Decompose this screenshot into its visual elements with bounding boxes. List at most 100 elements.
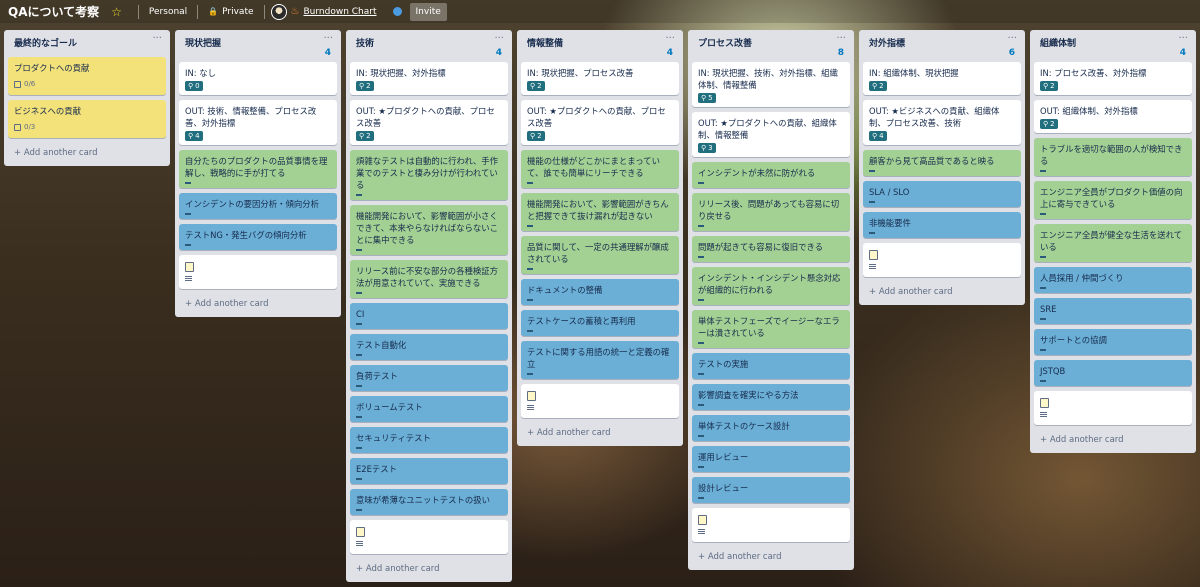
- avatar[interactable]: [270, 3, 287, 20]
- list-card[interactable]: IN: 組織体制、現状把握 ⚲ 2: [863, 62, 1021, 95]
- list-card[interactable]: OUT: ★プロダクトへの貢献、組織体制、情報整備 ⚲ 3: [692, 112, 850, 157]
- list-card[interactable]: 顧客から見て高品質であると映る: [863, 150, 1021, 176]
- list-card[interactable]: OUT: ★プロダクトへの貢献、プロセス改善 ⚲ 2: [521, 100, 679, 145]
- list-card[interactable]: 単体テストフェーズでイージーなエラーは潰されている: [692, 310, 850, 348]
- list-card[interactable]: エンジニア全員がプロダクト価値の向上に寄与できている: [1034, 181, 1192, 219]
- add-card-button[interactable]: + Add another card: [521, 423, 679, 442]
- list-card[interactable]: [692, 508, 850, 542]
- list-card[interactable]: トラブルを適切な範囲の人が検知できる: [1034, 138, 1192, 176]
- list-card[interactable]: OUT: ★ビジネスへの貢献、組織体制、プロセス改善、技術 ⚲ 4: [863, 100, 1021, 145]
- card-title: プロダクトへの貢献: [14, 63, 90, 73]
- add-card-button[interactable]: + Add another card: [8, 143, 166, 162]
- list-card[interactable]: SRE: [1034, 298, 1192, 324]
- list-card[interactable]: インシデントが未然に防がれる: [692, 162, 850, 188]
- list-card[interactable]: 自分たちのプロダクトの品質事情を理解し、戦略的に手が打てる: [179, 150, 337, 188]
- invite-button[interactable]: Invite: [409, 2, 447, 21]
- burndown-chart-link[interactable]: Burndown Chart: [304, 7, 377, 17]
- list-card[interactable]: 影響調査を確実にやる方法: [692, 384, 850, 410]
- list-title[interactable]: プロセス改善: [698, 36, 752, 49]
- list-card[interactable]: IN: なし ⚲ 0: [179, 62, 337, 95]
- list-card[interactable]: OUT: 組織体制、対外指標 ⚲ 2: [1034, 100, 1192, 133]
- list-card[interactable]: 問題が起きても容易に復旧できる: [692, 236, 850, 262]
- list-card[interactable]: テストケースの蓄積と再利用: [521, 310, 679, 336]
- card-title: 自分たちのプロダクトの品質事情を理解し、戦略的に手が打てる: [185, 156, 328, 178]
- description-icon: [869, 264, 876, 269]
- list-card[interactable]: IN: 現状把握、プロセス改善 ⚲ 2: [521, 62, 679, 95]
- list-card[interactable]: 品質に関して、一定の共通理解が醸成されている: [521, 236, 679, 274]
- list-card[interactable]: 人員採用 / 仲間づくり: [1034, 267, 1192, 293]
- card-title: 人員採用 / 仲間づくり: [1040, 273, 1124, 283]
- list-card[interactable]: [350, 520, 508, 554]
- list-card[interactable]: サポートとの協調: [1034, 329, 1192, 355]
- add-card-button[interactable]: + Add another card: [179, 294, 337, 313]
- list-card[interactable]: 機能開発において、影響範囲が小さくできて、本来やらなければならないことに集中でき…: [350, 205, 508, 255]
- list-card[interactable]: セキュリティテスト: [350, 427, 508, 453]
- list-title[interactable]: 現状把握: [185, 36, 221, 49]
- star-icon[interactable]: ☆: [111, 5, 122, 19]
- board-title[interactable]: QAについて考察: [8, 3, 99, 20]
- list-title[interactable]: 情報整備: [527, 36, 563, 49]
- list-card[interactable]: テストの実施: [692, 353, 850, 379]
- card-title: 運用レビュー: [698, 452, 749, 462]
- more-icon[interactable]: ···: [1178, 34, 1188, 44]
- list-card[interactable]: OUT: ★プロダクトへの貢献、プロセス改善 ⚲ 2: [350, 100, 508, 145]
- add-card-button[interactable]: + Add another card: [692, 547, 850, 566]
- add-card-button[interactable]: + Add another card: [350, 559, 508, 578]
- list-title[interactable]: 技術: [356, 36, 374, 49]
- list-card[interactable]: SLA / SLO: [863, 181, 1021, 207]
- list-card[interactable]: インシデント・インシデント懸念対応が組織的に行われる: [692, 267, 850, 305]
- list-card[interactable]: IN: 現状把握、技術、対外指標、組織体制、情報整備 ⚲ 5: [692, 62, 850, 107]
- list-card[interactable]: エンジニア全員が健全な生活を送れている: [1034, 224, 1192, 262]
- list-title[interactable]: 対外指標: [869, 36, 905, 49]
- list-card[interactable]: [863, 243, 1021, 277]
- list-card[interactable]: E2Eテスト: [350, 458, 508, 484]
- list-card[interactable]: IN: プロセス改善、対外指標 ⚲ 2: [1034, 62, 1192, 95]
- more-icon[interactable]: ···: [1007, 34, 1017, 44]
- list-card[interactable]: CI: [350, 303, 508, 329]
- more-icon[interactable]: ···: [665, 34, 675, 44]
- add-card-button[interactable]: + Add another card: [863, 282, 1021, 301]
- list-card[interactable]: 意味が希薄なユニットテストの扱い: [350, 489, 508, 515]
- list-card[interactable]: 機能開発において、影響範囲がきちんと把握できて抜け漏れが起きない: [521, 193, 679, 231]
- list-card[interactable]: OUT: 技術、情報整備、プロセス改善、対外指標 ⚲ 4: [179, 100, 337, 145]
- list-card[interactable]: テスト自動化: [350, 334, 508, 360]
- list-card[interactable]: IN: 現状把握、対外指標 ⚲ 2: [350, 62, 508, 95]
- workspace-button[interactable]: Personal: [149, 7, 187, 17]
- list-card[interactable]: ビジネスへの貢献 0/3: [8, 100, 166, 138]
- add-card-button[interactable]: + Add another card: [1034, 430, 1192, 449]
- list-title[interactable]: 組織体制: [1040, 36, 1076, 49]
- list-card[interactable]: 負荷テスト: [350, 365, 508, 391]
- badge-count: 2: [537, 132, 542, 140]
- list-title[interactable]: 最終的なゴール: [14, 36, 77, 49]
- list-card[interactable]: [1034, 391, 1192, 425]
- visibility-button[interactable]: 🔒 Private: [208, 7, 253, 17]
- more-icon[interactable]: ···: [836, 34, 846, 44]
- more-icon[interactable]: ···: [494, 34, 504, 44]
- list-card[interactable]: インシデントの要因分析・傾向分析: [179, 193, 337, 219]
- card-title: 単体テストフェーズでイージーなエラーは潰されている: [698, 316, 840, 338]
- notepad-icon: [356, 527, 365, 537]
- list-card[interactable]: 単体テストのケース設計: [692, 415, 850, 441]
- more-icon[interactable]: ···: [152, 34, 162, 44]
- list-card[interactable]: プロダクトへの貢献 0/6: [8, 57, 166, 95]
- list-card[interactable]: 煩雑なテストは自動的に行われ、手作業でのテストと棲み分けが行われている: [350, 150, 508, 200]
- list-card[interactable]: テストNG・発生バグの傾向分析: [179, 224, 337, 250]
- list-card[interactable]: リリース前に不安な部分の各種検証方法が用意されていて、実施できる: [350, 260, 508, 298]
- label-stripe: [869, 170, 875, 172]
- list-card[interactable]: 非機能要件: [863, 212, 1021, 238]
- powerup-icon[interactable]: [392, 7, 402, 16]
- list-card[interactable]: 機能の仕様がどこかにまとまっていて、誰でも簡単にリーチできる: [521, 150, 679, 188]
- list-card[interactable]: [521, 384, 679, 418]
- list-column: 組織体制 ··· 4 IN: プロセス改善、対外指標 ⚲ 2 OUT: 組織体制、対外指標 ⚲…: [1030, 30, 1196, 453]
- list-card[interactable]: [179, 255, 337, 289]
- list-card[interactable]: ドキュメントの整備: [521, 279, 679, 305]
- list-card[interactable]: ボリュームテスト: [350, 396, 508, 422]
- list-card[interactable]: 運用レビュー: [692, 446, 850, 472]
- list-card[interactable]: 設計レビュー: [692, 477, 850, 503]
- divider: [263, 4, 265, 19]
- more-icon[interactable]: ···: [323, 34, 333, 44]
- list-card[interactable]: JSTQB: [1034, 360, 1192, 386]
- list-card[interactable]: リリース後、問題があっても容易に切り戻せる: [692, 193, 850, 231]
- list-card[interactable]: テストに関する用語の統一と定義の確立: [521, 341, 679, 379]
- card-title: OUT: 組織体制、対外指標: [1040, 106, 1138, 116]
